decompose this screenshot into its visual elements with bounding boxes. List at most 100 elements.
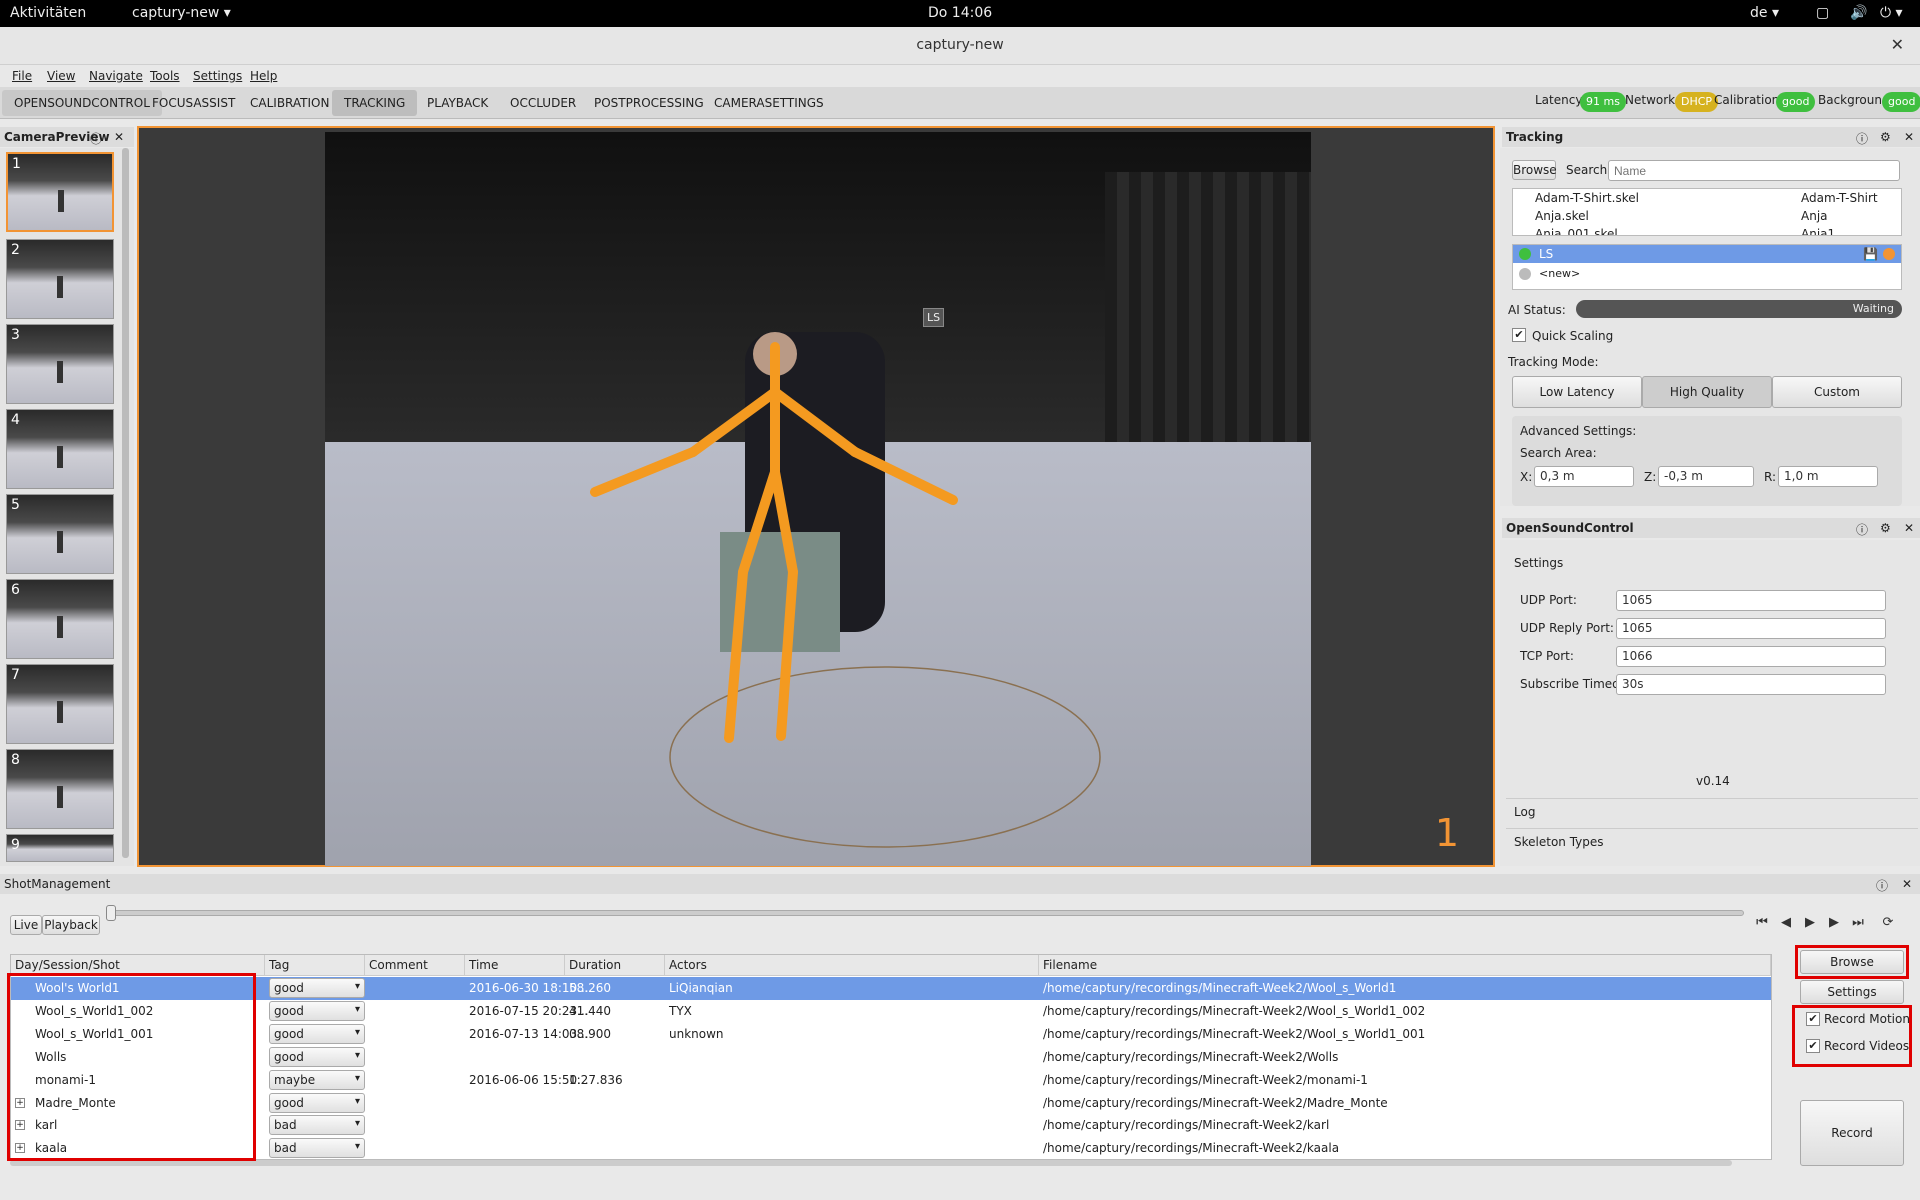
tab-opensoundcontrol[interactable]: OPENSOUNDCONTROL [2, 90, 162, 116]
col-header-actors[interactable]: Actors [665, 955, 1039, 976]
camera-thumbnail[interactable]: 4 [6, 409, 114, 489]
subscribe-timeout-input[interactable]: 30s [1616, 674, 1886, 695]
menu-view[interactable]: View [47, 69, 75, 83]
skip-start-icon[interactable]: ⏮ [1752, 915, 1772, 935]
actor-label[interactable]: LS [923, 308, 945, 327]
col-header-tag[interactable]: Tag [265, 955, 365, 976]
udp-port-input[interactable]: 1065 [1616, 590, 1886, 611]
table-row[interactable]: monami-1maybe2016-06-06 15:50...1:27.836… [11, 1069, 1771, 1092]
skeleton-search-input[interactable] [1608, 160, 1900, 181]
table-row[interactable]: +karlbad/home/captury/recordings/Minecra… [11, 1114, 1771, 1137]
col-header-comment[interactable]: Comment [365, 955, 465, 976]
camera-thumbnail[interactable]: 7 [6, 664, 114, 744]
recording-settings-button[interactable]: Settings [1800, 980, 1904, 1004]
tab-camerasettings[interactable]: CAMERASETTINGS [702, 90, 836, 116]
volume-icon[interactable]: 🔊 [1850, 5, 1867, 21]
step-back-icon[interactable]: ◀ [1776, 915, 1796, 935]
tag-select[interactable]: good [269, 1000, 365, 1021]
camera-thumbnail[interactable]: 3 [6, 324, 114, 404]
tag-select[interactable]: bad [269, 1138, 365, 1159]
z-input[interactable]: -0,3 m [1658, 466, 1754, 487]
info-icon[interactable]: ⓘ [1876, 877, 1888, 894]
table-row[interactable]: Wool_s_World1_001good2016-07-13 14:03...… [11, 1023, 1771, 1046]
info-icon[interactable]: ⓘ [90, 130, 102, 147]
mode-high-quality-button[interactable]: High Quality [1642, 376, 1772, 408]
table-row[interactable]: +Madre_Montegood/home/captury/recordings… [11, 1092, 1771, 1115]
tag-select[interactable]: maybe [269, 1069, 365, 1090]
camera-thumbnail[interactable]: 1 [6, 152, 114, 232]
udp-reply-port-input[interactable]: 1065 [1616, 618, 1886, 639]
window-close-icon[interactable]: ✕ [1891, 35, 1904, 54]
quick-scaling-checkbox[interactable]: ✔ [1512, 328, 1526, 342]
clock[interactable]: Do 14:06 [928, 5, 992, 21]
skeleton-file[interactable]: Anja_001.skel [1535, 227, 1618, 235]
timeline-handle[interactable] [106, 905, 116, 921]
mode-low-latency-button[interactable]: Low Latency [1512, 376, 1642, 408]
skeleton-file[interactable]: Adam-T-Shirt.skel [1535, 191, 1639, 205]
activities-button[interactable]: Aktivitäten [10, 5, 86, 21]
step-forward-icon[interactable]: ▶ [1824, 915, 1844, 935]
tag-select[interactable]: good [269, 1092, 365, 1113]
actor-row-new[interactable]: <new> [1513, 265, 1901, 283]
camera-thumbnail[interactable]: 5 [6, 494, 114, 574]
tag-select[interactable]: good [269, 978, 365, 998]
menu-help[interactable]: Help [250, 69, 277, 83]
gear-icon[interactable]: ⚙ [1880, 130, 1891, 144]
camera-thumbnail[interactable]: 6 [6, 579, 114, 659]
tracking-viewport[interactable]: LS 1 [137, 126, 1495, 867]
tab-occluder[interactable]: OCCLUDER [498, 90, 588, 116]
table-horizontal-scrollbar[interactable] [10, 1160, 1732, 1166]
menu-file[interactable]: File [12, 69, 32, 83]
record-button[interactable]: Record [1800, 1100, 1904, 1166]
table-row[interactable]: Wool's World1good2016-06-30 18:10...58.2… [11, 977, 1771, 1000]
language-indicator[interactable]: de ▾ [1750, 5, 1779, 21]
mode-custom-button[interactable]: Custom [1772, 376, 1902, 408]
table-row[interactable]: +kaalabad/home/captury/recordings/Minecr… [11, 1137, 1771, 1159]
r-input[interactable]: 1,0 m [1778, 466, 1878, 487]
play-icon[interactable]: ▶ [1800, 915, 1820, 935]
save-icon[interactable]: 💾 [1863, 247, 1878, 261]
menu-navigate[interactable]: Navigate [89, 69, 143, 83]
col-header-duration[interactable]: Duration [565, 955, 665, 976]
menu-tools[interactable]: Tools [150, 69, 180, 83]
tab-playback[interactable]: PLAYBACK [415, 90, 500, 116]
close-icon[interactable]: ✕ [114, 130, 124, 144]
x-input[interactable]: 0,3 m [1534, 466, 1634, 487]
camera-view[interactable]: LS [325, 132, 1311, 866]
live-button[interactable]: Live [10, 915, 42, 935]
power-icon[interactable]: ⏻ ▾ [1880, 5, 1903, 21]
camera-thumbnail[interactable]: 2 [6, 239, 114, 319]
menu-settings[interactable]: Settings [193, 69, 242, 83]
browse-skeleton-button[interactable]: Browse [1512, 160, 1557, 180]
tag-select[interactable]: good [269, 1023, 365, 1044]
loop-icon[interactable]: ⟳ [1878, 915, 1898, 935]
playback-button[interactable]: Playback [42, 915, 100, 935]
table-row[interactable]: Wollsgood/home/captury/recordings/Minecr… [11, 1046, 1771, 1069]
actor-row-selected[interactable]: LS 💾 [1513, 245, 1901, 263]
app-menu[interactable]: captury-new ▾ [132, 5, 231, 21]
tab-focusassist[interactable]: FOCUSASSIST [140, 90, 247, 116]
tab-calibration[interactable]: CALIBRATION [238, 90, 341, 116]
tab-postprocessing[interactable]: POSTPROCESSING [582, 90, 716, 116]
info-icon[interactable]: ⓘ [1856, 521, 1868, 538]
log-section[interactable]: Log [1506, 798, 1918, 824]
col-header-filename[interactable]: Filename [1039, 955, 1771, 976]
camera-thumbnail[interactable]: 8 [6, 749, 114, 829]
gear-icon[interactable]: ⚙ [1880, 521, 1891, 535]
close-icon[interactable]: ✕ [1904, 130, 1914, 144]
skeleton-types-section[interactable]: Skeleton Types [1506, 828, 1918, 854]
timeline-slider[interactable] [110, 910, 1744, 916]
close-icon[interactable]: ✕ [1902, 877, 1912, 891]
tcp-port-input[interactable]: 1066 [1616, 646, 1886, 667]
camera-thumbnail[interactable]: 9 [6, 834, 114, 862]
tab-tracking[interactable]: TRACKING [332, 90, 418, 116]
camera-preview-scrollbar[interactable] [122, 148, 129, 858]
tag-select[interactable]: bad [269, 1115, 365, 1136]
close-icon[interactable]: ✕ [1904, 521, 1914, 535]
skeleton-file-list[interactable]: Adam-T-Shirt.skel Adam-T-Shirt Anja.skel… [1512, 188, 1902, 236]
skeleton-file[interactable]: Anja.skel [1535, 209, 1589, 223]
info-icon[interactable]: ⓘ [1856, 130, 1868, 147]
col-header-time[interactable]: Time [465, 955, 565, 976]
table-row[interactable]: Wool_s_World1_002good2016-07-15 20:23...… [11, 1000, 1771, 1023]
tag-select[interactable]: good [269, 1046, 365, 1067]
